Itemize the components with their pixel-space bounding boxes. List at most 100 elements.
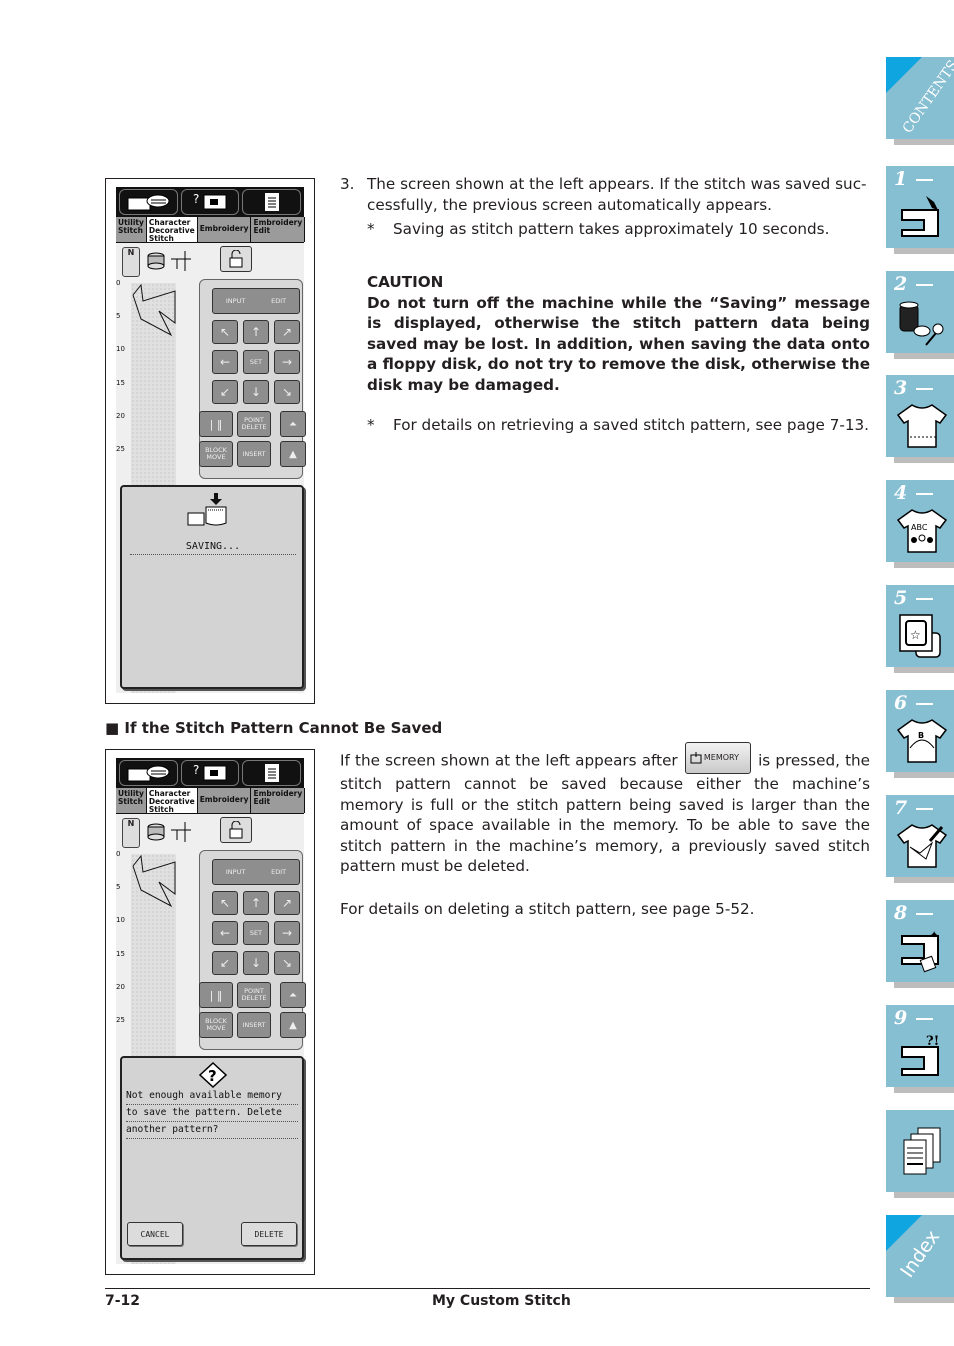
side-tab-8[interactable]: 8 ✦ [886,900,954,988]
side-tab-3[interactable]: 3 [886,375,954,463]
caution-title: CAUTION [367,273,444,291]
tab-character-decorative-stitch[interactable]: Character Decorative Stitch [146,217,198,243]
tab-character-decorative-stitch[interactable]: Character Decorative Stitch [146,788,198,814]
move-up-left-button[interactable]: ↖ [212,891,238,915]
shirt-edit-icon: B [896,719,948,763]
move-right-button[interactable]: → [274,921,300,945]
tool-row: N [116,814,304,850]
side-tab-index[interactable]: Index [886,1215,954,1303]
help-button[interactable]: ? [180,189,240,215]
needle-position-icon [171,251,191,271]
insert-button[interactable]: INSERT [237,1012,271,1038]
delete-button[interactable]: DELETE [241,1222,297,1246]
side-tab-6[interactable]: 6 B [886,690,954,778]
help-button[interactable]: ? [180,760,240,786]
svg-text:ABC: ABC [911,523,928,532]
caution-block: CAUTION Do not turn off the machine whil… [367,272,870,436]
block-move-button[interactable]: BLOCK MOVE [199,441,233,467]
manual-button[interactable] [119,760,178,786]
tab-embroidery[interactable]: Embroidery [197,788,252,813]
stitch-width-button[interactable]: | ‖ [199,982,233,1008]
document-icon [264,193,279,211]
move-down-left-button[interactable]: ↙ [212,380,238,404]
chapter-title: My Custom Stitch [432,1293,571,1309]
jump-top-button[interactable]: ⏶ [280,982,306,1008]
step-text-line2: cessfully, the previous screen automatic… [367,195,772,214]
presser-foot-indicator: N [122,247,140,277]
set-button[interactable]: SET [243,921,269,945]
move-up-left-button[interactable]: ↖ [212,320,238,344]
manual-button[interactable] [119,189,178,215]
side-tab-9[interactable]: 9 ?! [886,1005,954,1093]
caution-note: * For details on retrieving a saved stit… [367,416,869,434]
machine-help-icon: ? [193,763,227,781]
move-down-left-button[interactable]: ↙ [212,951,238,975]
tab-embroidery-edit[interactable]: Embroidery Edit [251,788,306,813]
move-left-button[interactable]: ← [212,350,238,374]
scroll-up-button[interactable]: ▲ [280,1012,306,1038]
side-tab-4[interactable]: 4 ABC [886,480,954,568]
tab-utility-stitch[interactable]: Utility Stitch [116,217,147,242]
step-3: 3. The screen shown at the left appears.… [340,174,870,240]
move-right-button[interactable]: → [274,350,300,374]
move-up-right-button[interactable]: ↗ [274,320,300,344]
move-down-button[interactable]: ↓ [243,951,269,975]
save-to-pocket-icon [187,493,227,526]
jump-top-button[interactable]: ⏶ [280,411,306,437]
side-tab-5[interactable]: 5 ☆ [886,585,954,673]
move-up-right-button[interactable]: ↗ [274,891,300,915]
machine-maintenance-icon: ✦ [901,930,939,973]
point-delete-button[interactable]: POINT DELETE [237,982,271,1008]
svg-text:✦: ✦ [930,930,938,941]
unlock-icon [229,250,243,268]
side-tab-7[interactable]: 7 [886,795,954,883]
settings-button[interactable] [242,760,302,786]
tab-corner [886,57,922,93]
scroll-up-button[interactable]: ▲ [280,441,306,467]
input-edit-toggle[interactable]: INPUT EDIT [212,859,300,885]
input-edit-toggle[interactable]: INPUT EDIT [212,288,300,314]
move-left-button[interactable]: ← [212,921,238,945]
point-delete-button[interactable]: POINT DELETE [237,411,271,437]
move-up-button[interactable]: ↑ [243,891,269,915]
step-text-line1: The screen shown at the left appears. If… [367,175,867,193]
move-down-right-button[interactable]: ↘ [274,380,300,404]
memory-full-dialog: ? Not enough available memory to save th… [120,1056,304,1260]
side-tab-2[interactable]: 2 [886,271,954,359]
move-down-right-button[interactable]: ↘ [274,951,300,975]
page-number: 7-12 [105,1293,141,1309]
lcd-display: ? Utility Stitch Character Decorative St… [116,187,306,693]
lock-button[interactable] [220,246,252,272]
machine-troubleshoot-icon: ?! [901,1034,939,1076]
shirt-abc-icon: ABC [896,509,948,553]
memory-button-inline: MEMORY [684,742,751,774]
move-down-button[interactable]: ↓ [243,380,269,404]
cancel-button[interactable]: CANCEL [127,1222,183,1246]
mode-tabs: Utility Stitch Character Decorative Stit… [116,788,306,814]
shirt-utility-icon [896,404,948,448]
set-button[interactable]: SET [243,350,269,374]
block-move-button[interactable]: BLOCK MOVE [199,1012,233,1038]
screen-saving-figure: ? Utility Stitch Character Decorative St… [105,178,315,704]
bobbin-icon [147,252,165,270]
insert-button[interactable]: INSERT [237,441,271,467]
needle-position-icon [171,822,191,842]
svg-text:☆: ☆ [910,628,921,642]
side-tab-1[interactable]: 1 [886,166,954,254]
move-up-button[interactable]: ↑ [243,320,269,344]
side-tab-contents[interactable]: CONTENTS [886,57,954,145]
tab-utility-stitch[interactable]: Utility Stitch [116,788,147,813]
lock-button[interactable] [220,817,252,843]
bobbin-icon [147,823,165,841]
settings-button[interactable] [242,189,302,215]
machine-help-icon: ? [193,192,227,210]
svg-text:?: ? [193,763,199,777]
tab-embroidery-edit[interactable]: Embroidery Edit [251,217,306,242]
screen-memory-full-figure: ? Utility Stitch Character Decorative St… [105,749,315,1275]
saving-message: SAVING... [130,541,296,555]
tab-embroidery[interactable]: Embroidery [197,217,252,242]
side-tab-appendix[interactable] [886,1110,954,1198]
mode-tabs: Utility Stitch Character Decorative Stit… [116,217,306,243]
stitch-width-button[interactable]: | ‖ [199,411,233,437]
svg-text:?: ? [208,1067,217,1085]
